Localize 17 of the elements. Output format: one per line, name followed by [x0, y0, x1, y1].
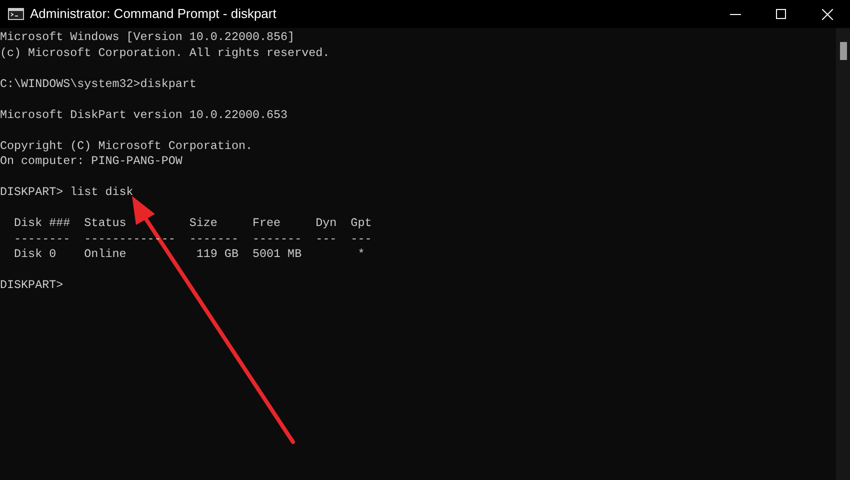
maximize-icon: [776, 9, 786, 19]
window-title: Administrator: Command Prompt - diskpart: [30, 5, 276, 24]
console-line: -------- ------------- ------- ------- --- ---: [13, 232, 372, 247]
console-line: Disk 0 Online 119 GB 5001 MB *: [13, 247, 365, 262]
console-line: Microsoft DiskPart version 10.0.22000.653: [0, 108, 288, 123]
console-line: DISKPART> list disk: [0, 185, 134, 200]
console-line: (c) Microsoft Corporation. All rights reserved.: [0, 46, 330, 61]
console-line: Copyright (C) Microsoft Corporation.: [0, 138, 252, 154]
console-line: Microsoft Windows [Version 10.0.22000.856]: [0, 30, 295, 46]
terminal-icon: [8, 8, 24, 20]
console-line: DISKPART>: [0, 278, 64, 294]
console-line: Disk ### Status Size Free Dyn Gpt: [13, 216, 372, 232]
console-line: On computer: PING-PANG-POW: [0, 154, 182, 170]
console-line: C:\WINDOWS\system32>diskpart: [0, 76, 196, 92]
scrollbar-thumb[interactable]: [840, 42, 846, 60]
close-icon: [822, 8, 832, 20]
scrollbar[interactable]: [836, 28, 850, 480]
